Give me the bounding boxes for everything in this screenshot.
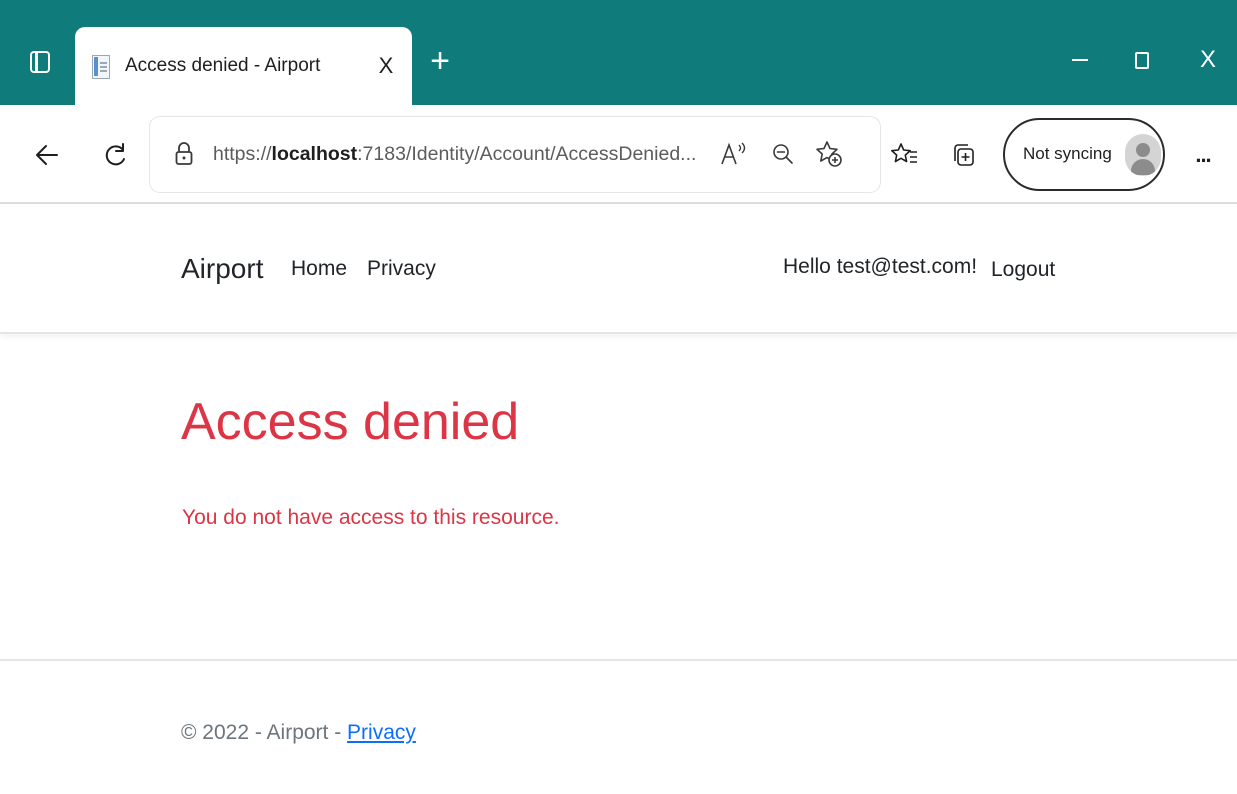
lock-icon[interactable]	[175, 142, 193, 171]
url-host: localhost	[271, 143, 358, 165]
sync-status-label: Not syncing	[1023, 144, 1112, 163]
url-scheme: https://	[213, 143, 272, 165]
page-title: Access denied	[181, 393, 520, 451]
new-tab-button[interactable]: +	[424, 44, 456, 78]
site-footer: © 2022 - Airport - Privacy	[0, 659, 1237, 794]
collections-icon	[954, 144, 974, 166]
minimize-button[interactable]	[1060, 42, 1100, 78]
favorites-icon	[891, 143, 917, 163]
favorites-button[interactable]	[885, 135, 925, 175]
tab-actions-icon	[30, 51, 50, 73]
nav-link-privacy[interactable]: Privacy	[367, 257, 436, 281]
avatar	[1125, 134, 1161, 176]
refresh-icon	[105, 143, 125, 166]
tab-title: Access denied - Airport	[125, 55, 321, 76]
add-favorite-icon[interactable]	[814, 139, 844, 169]
maximize-icon	[1135, 51, 1149, 69]
url-path: :7183/Identity/Account/AccessDenied...	[357, 143, 697, 165]
error-message: You do not have access to this resource.	[182, 506, 560, 529]
back-arrow-icon	[36, 145, 58, 165]
browser-titlebar: Access denied - Airport X + X	[0, 0, 1237, 105]
footer-privacy-link[interactable]: Privacy	[347, 721, 416, 744]
back-button[interactable]	[27, 135, 67, 175]
url-text[interactable]: https://localhost:7183/Identity/Account/…	[213, 143, 738, 166]
browser-toolbar: https://localhost:7183/Identity/Account/…	[0, 105, 1237, 204]
address-bar[interactable]: https://localhost:7183/Identity/Account/…	[150, 117, 880, 192]
site-navbar: Airport Home Privacy Hello test@test.com…	[0, 205, 1237, 334]
footer-copyright: © 2022 - Airport -	[181, 721, 348, 744]
nav-link-home[interactable]: Home	[291, 257, 347, 281]
read-aloud-icon[interactable]	[718, 139, 748, 169]
minimize-icon	[1072, 59, 1088, 61]
settings-more-button[interactable]: ...	[1188, 135, 1218, 175]
refresh-button[interactable]	[96, 135, 136, 175]
tab-active[interactable]: Access denied - Airport X	[75, 27, 412, 105]
site-brand-link[interactable]: Airport	[181, 253, 263, 285]
tab-actions-button[interactable]	[22, 44, 58, 80]
window-close-button[interactable]: X	[1188, 42, 1228, 78]
page-favicon-icon	[92, 55, 110, 79]
profile-button[interactable]: Not syncing	[1003, 118, 1165, 191]
footer-text: © 2022 - Airport - Privacy	[181, 721, 416, 745]
logout-button[interactable]: Logout	[991, 258, 1055, 282]
zoom-out-icon[interactable]	[768, 139, 798, 169]
user-greeting-link[interactable]: Hello test@test.com!	[783, 255, 977, 279]
tab-close-button[interactable]: X	[372, 51, 400, 81]
maximize-button[interactable]	[1122, 42, 1162, 78]
collections-button[interactable]	[944, 135, 984, 175]
